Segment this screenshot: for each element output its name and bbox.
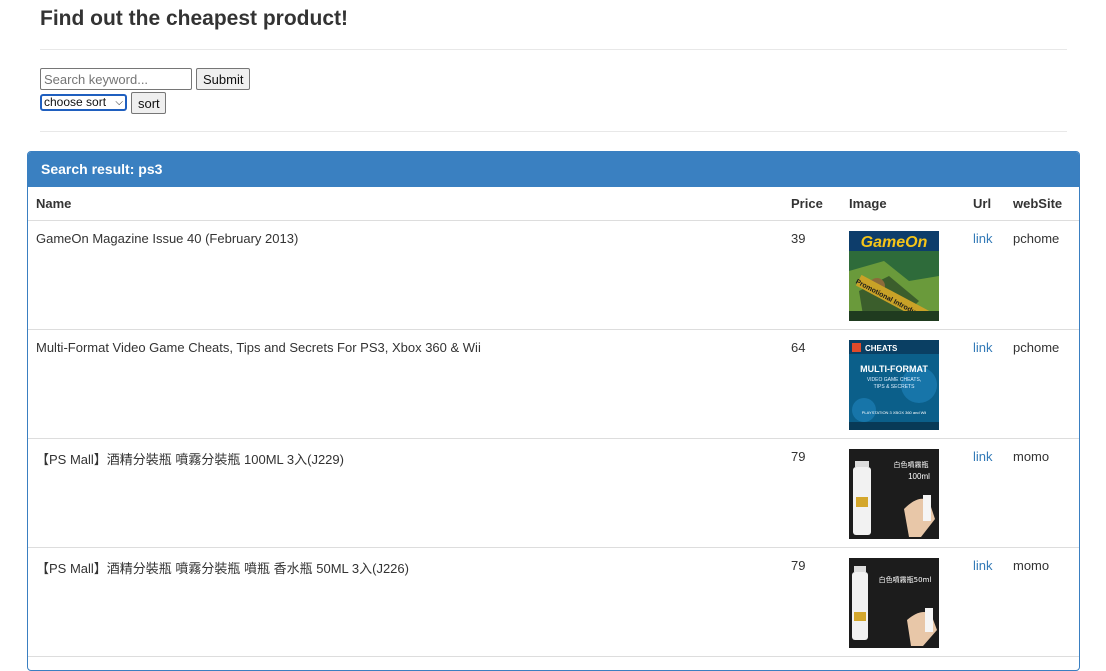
url-cell: link	[965, 329, 1005, 439]
submit-button[interactable]: Submit	[196, 68, 250, 90]
table-row: 【PS Mall】酒精分裝瓶 噴霧分裝瓶 100ML 3入(J229) 79 白…	[28, 438, 1079, 548]
cheats-footer-text: PLAYSTATION 3 XBOX 360 and Wii	[862, 410, 927, 415]
product-image-gameon[interactable]: GameOn Promotional Introduction	[849, 230, 939, 321]
product-image-cell: CHEATS MULTI-FORMAT VIDEO GAME CHEATS, T…	[841, 329, 965, 439]
url-cell: link	[965, 547, 1005, 657]
product-website: momo	[1005, 547, 1079, 657]
cheats-title-text: MULTI-FORMAT	[860, 364, 928, 374]
product-website: momo	[1005, 438, 1079, 548]
table-row: Multi-Format Video Game Cheats, Tips and…	[28, 329, 1079, 439]
column-header-price: Price	[783, 187, 841, 221]
search-input[interactable]	[40, 68, 192, 90]
product-image-cell: 白色噴霧瓶 100ml	[841, 438, 965, 548]
results-heading: Search result: ps3	[28, 152, 1079, 187]
table-row: GameOn Magazine Issue 40 (February 2013)…	[28, 220, 1079, 330]
column-header-url: Url	[965, 187, 1005, 221]
cheats-banner-text: CHEATS	[865, 344, 898, 353]
sort-select-value: choose sort	[44, 95, 107, 109]
product-image-spray-100ml[interactable]: 白色噴霧瓶 100ml	[849, 448, 939, 539]
spray-50-text: 白色噴霧瓶50ml	[879, 575, 932, 584]
spray-100-text-2: 100ml	[908, 472, 930, 481]
results-panel: Search result: ps3 Name Price Image Url …	[27, 151, 1080, 671]
product-name: 【PS Mall】酒精分裝瓶 噴霧分裝瓶 100ML 3入(J229)	[28, 438, 783, 548]
divider-top	[40, 49, 1067, 50]
column-header-image: Image	[841, 187, 965, 221]
product-price: 64	[783, 329, 841, 439]
cheats-sub1-text: VIDEO GAME CHEATS,	[867, 377, 921, 383]
spray-100-text-1: 白色噴霧瓶	[894, 460, 929, 469]
cheats-sub2-text: TIPS & SECRETS	[874, 384, 916, 390]
url-cell: link	[965, 438, 1005, 548]
product-price: 79	[783, 547, 841, 657]
column-header-name: Name	[28, 187, 783, 221]
product-image-cheats[interactable]: CHEATS MULTI-FORMAT VIDEO GAME CHEATS, T…	[849, 339, 939, 430]
product-link[interactable]: link	[973, 231, 993, 246]
product-link[interactable]: link	[973, 558, 993, 573]
page-title: Find out the cheapest product!	[40, 7, 348, 30]
table-header-row: Name Price Image Url webSite	[28, 187, 1079, 221]
product-image-cell: GameOn Promotional Introduction	[841, 220, 965, 330]
sort-select[interactable]: choose sort ⌵	[40, 94, 127, 111]
sort-button[interactable]: sort	[131, 92, 166, 114]
product-name: Multi-Format Video Game Cheats, Tips and…	[28, 329, 783, 439]
product-website: pchome	[1005, 329, 1079, 439]
product-website: pchome	[1005, 220, 1079, 330]
product-image-spray-50ml[interactable]: 白色噴霧瓶50ml	[849, 557, 939, 648]
product-price: 79	[783, 438, 841, 548]
table-row: 【PS Mall】酒精分裝瓶 噴霧分裝瓶 噴瓶 香水瓶 50ML 3入(J226…	[28, 547, 1079, 657]
product-image-cell: 白色噴霧瓶50ml	[841, 547, 965, 657]
chevron-down-icon: ⌵	[115, 97, 123, 108]
product-link[interactable]: link	[973, 340, 993, 355]
results-table: Name Price Image Url webSite GameOn Maga…	[28, 187, 1079, 657]
product-price: 39	[783, 220, 841, 330]
url-cell: link	[965, 220, 1005, 330]
product-link[interactable]: link	[973, 449, 993, 464]
gameon-logo-text: GameOn	[861, 234, 928, 251]
product-name: 【PS Mall】酒精分裝瓶 噴霧分裝瓶 噴瓶 香水瓶 50ML 3入(J226…	[28, 547, 783, 657]
column-header-website: webSite	[1005, 187, 1079, 221]
divider-bottom	[40, 131, 1067, 132]
product-name: GameOn Magazine Issue 40 (February 2013)	[28, 220, 783, 330]
